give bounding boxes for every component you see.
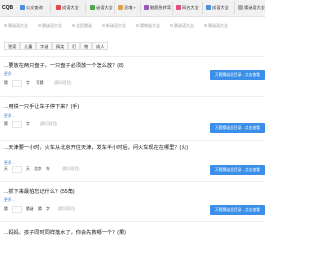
nav-label: 脑筋急转弯: [150, 5, 171, 10]
user-icon: [176, 5, 181, 11]
view-answer-button[interactable]: 万题猜谜总目录 - 点击查看: [210, 70, 265, 80]
nav-divider: [202, 2, 203, 14]
question-title[interactable]: ...妈妈、孩子同时同样落水了，你会先救哪一个？(果): [4, 229, 126, 236]
view-answer-button[interactable]: 万题猜谜总目录 - 点击查看: [210, 205, 265, 215]
option[interactable]: 天: [4, 166, 8, 173]
filter-chip[interactable]: 成人: [92, 42, 109, 50]
sub-navbar: 猜谜语大全 猜谜语大全 全民猜谜 新谜语大全 猜物谜大全 猜谜语大全 猜谜语大全: [0, 22, 265, 30]
answer-hint[interactable]: [猜问项目]: [62, 166, 79, 173]
option[interactable]: 猜谜: [26, 206, 34, 213]
nav-divider: [234, 2, 235, 14]
option[interactable]: 天: [26, 166, 30, 173]
nav-item-5[interactable]: 网名大全: [176, 3, 199, 13]
nav-divider: [85, 2, 86, 14]
answer-hint[interactable]: [猜问项目]: [40, 121, 57, 128]
filter-chip[interactable]: 答案: [4, 42, 21, 50]
nav-divider: [114, 2, 115, 14]
nav-item-2[interactable]: 谜语大全: [90, 3, 113, 13]
more-link[interactable]: 更多...: [4, 114, 15, 119]
nav-item-4[interactable]: 脑筋急转弯: [144, 3, 171, 13]
more-link[interactable]: 更多...: [4, 198, 15, 203]
answer-box[interactable]: [12, 206, 22, 213]
option[interactable]: 写猜: [36, 80, 44, 87]
option[interactable]: 猜: [4, 206, 8, 213]
answer-box[interactable]: [12, 166, 22, 173]
nav-item-3[interactable]: 灵魂 ▾: [118, 3, 136, 13]
filter-chip[interactable]: 灯: [68, 42, 81, 50]
subnav-item[interactable]: 全民猜谜: [72, 22, 92, 30]
question-title[interactable]: ...天津要一小时，火车从北京开往天津，发车半小时后，问火车现在在哪里？(火): [4, 144, 188, 151]
option[interactable]: 猜: [4, 80, 8, 87]
subnav-item[interactable]: 猜物谜大全: [136, 22, 160, 30]
divider: [0, 96, 265, 97]
star-icon: [118, 5, 123, 11]
filter-chip[interactable]: 搞笑: [52, 42, 69, 50]
nav-item-6[interactable]: 成语大全: [206, 3, 229, 13]
question-title[interactable]: ...用铁一只手让车子停下来？(手): [4, 103, 79, 110]
square-icon: [102, 24, 105, 28]
option[interactable]: 北京: [34, 166, 42, 173]
more-link[interactable]: 更多...: [4, 72, 15, 77]
nav-label: 成语大全: [212, 5, 229, 10]
brain-icon: [144, 5, 149, 11]
square-icon: [38, 24, 41, 28]
nav-label: 网名大全: [182, 5, 199, 10]
nav-divider: [172, 2, 173, 14]
nav-item-0[interactable]: 公文查询: [20, 3, 43, 13]
subnav-item[interactable]: 新谜语大全: [102, 22, 126, 30]
divider: [0, 181, 265, 182]
subnav-item[interactable]: 猜谜语大全: [4, 22, 28, 30]
filter-chip[interactable]: 字谜: [36, 42, 53, 50]
answer-hint[interactable]: [猜问项目]: [54, 80, 71, 87]
answer-box[interactable]: [12, 121, 22, 128]
divider: [0, 56, 265, 57]
option[interactable]: 猜: [4, 121, 8, 128]
filter-chip[interactable]: 物: [80, 42, 93, 50]
question-title[interactable]: ...抓下来最怕忘记什么？(55角): [4, 188, 75, 195]
option[interactable]: 字: [26, 121, 30, 128]
subnav-item[interactable]: 猜谜语大全: [170, 22, 194, 30]
question-title[interactable]: ...要放在两只盘子，一只盘子必须放一个怎么放？(8): [4, 62, 124, 69]
subnav-item[interactable]: 猜谜语大全: [38, 22, 62, 30]
square-icon: [4, 24, 7, 28]
doc-icon: [20, 5, 25, 11]
site-logo[interactable]: CQB: [2, 4, 16, 12]
subnav-item[interactable]: 猜谜语大全: [204, 22, 228, 30]
option[interactable]: 字: [26, 80, 30, 87]
option[interactable]: 车: [46, 166, 50, 173]
nav-label: 谜语大全: [96, 5, 113, 10]
nav-item-1[interactable]: 成语大全: [56, 3, 79, 13]
filter-chip[interactable]: 儿童: [20, 42, 37, 50]
square-icon: [136, 24, 139, 28]
option[interactable]: 猜: [38, 206, 42, 213]
book-icon: [56, 5, 61, 11]
nav-divider: [50, 2, 51, 14]
option[interactable]: 字: [46, 206, 50, 213]
divider: [0, 140, 265, 141]
view-answer-button[interactable]: 万题猜谜总目录 - 点击查看: [210, 123, 265, 133]
puzzle-icon: [90, 5, 95, 11]
nav-label: 猜谜语大全: [244, 5, 265, 10]
book-icon: [206, 5, 211, 11]
square-icon: [72, 24, 75, 28]
top-navbar: CQB 公文查询 成语大全 谜语大全 灵魂 ▾ 脑筋急转弯 网名大全 成语大全 …: [0, 0, 265, 17]
nav-label: 成语大全: [62, 5, 79, 10]
view-answer-button[interactable]: 万题猜谜总目录 - 点击查看: [210, 165, 265, 175]
grid-icon: [238, 5, 243, 11]
answer-hint[interactable]: [猜问项目]: [58, 206, 75, 213]
nav-item-7[interactable]: 猜谜语大全: [238, 3, 265, 13]
square-icon: [170, 24, 173, 28]
answer-box[interactable]: [12, 80, 22, 87]
nav-divider: [140, 2, 141, 14]
square-icon: [204, 24, 207, 28]
divider: [0, 221, 265, 222]
nav-label: 公文查询: [26, 5, 43, 10]
